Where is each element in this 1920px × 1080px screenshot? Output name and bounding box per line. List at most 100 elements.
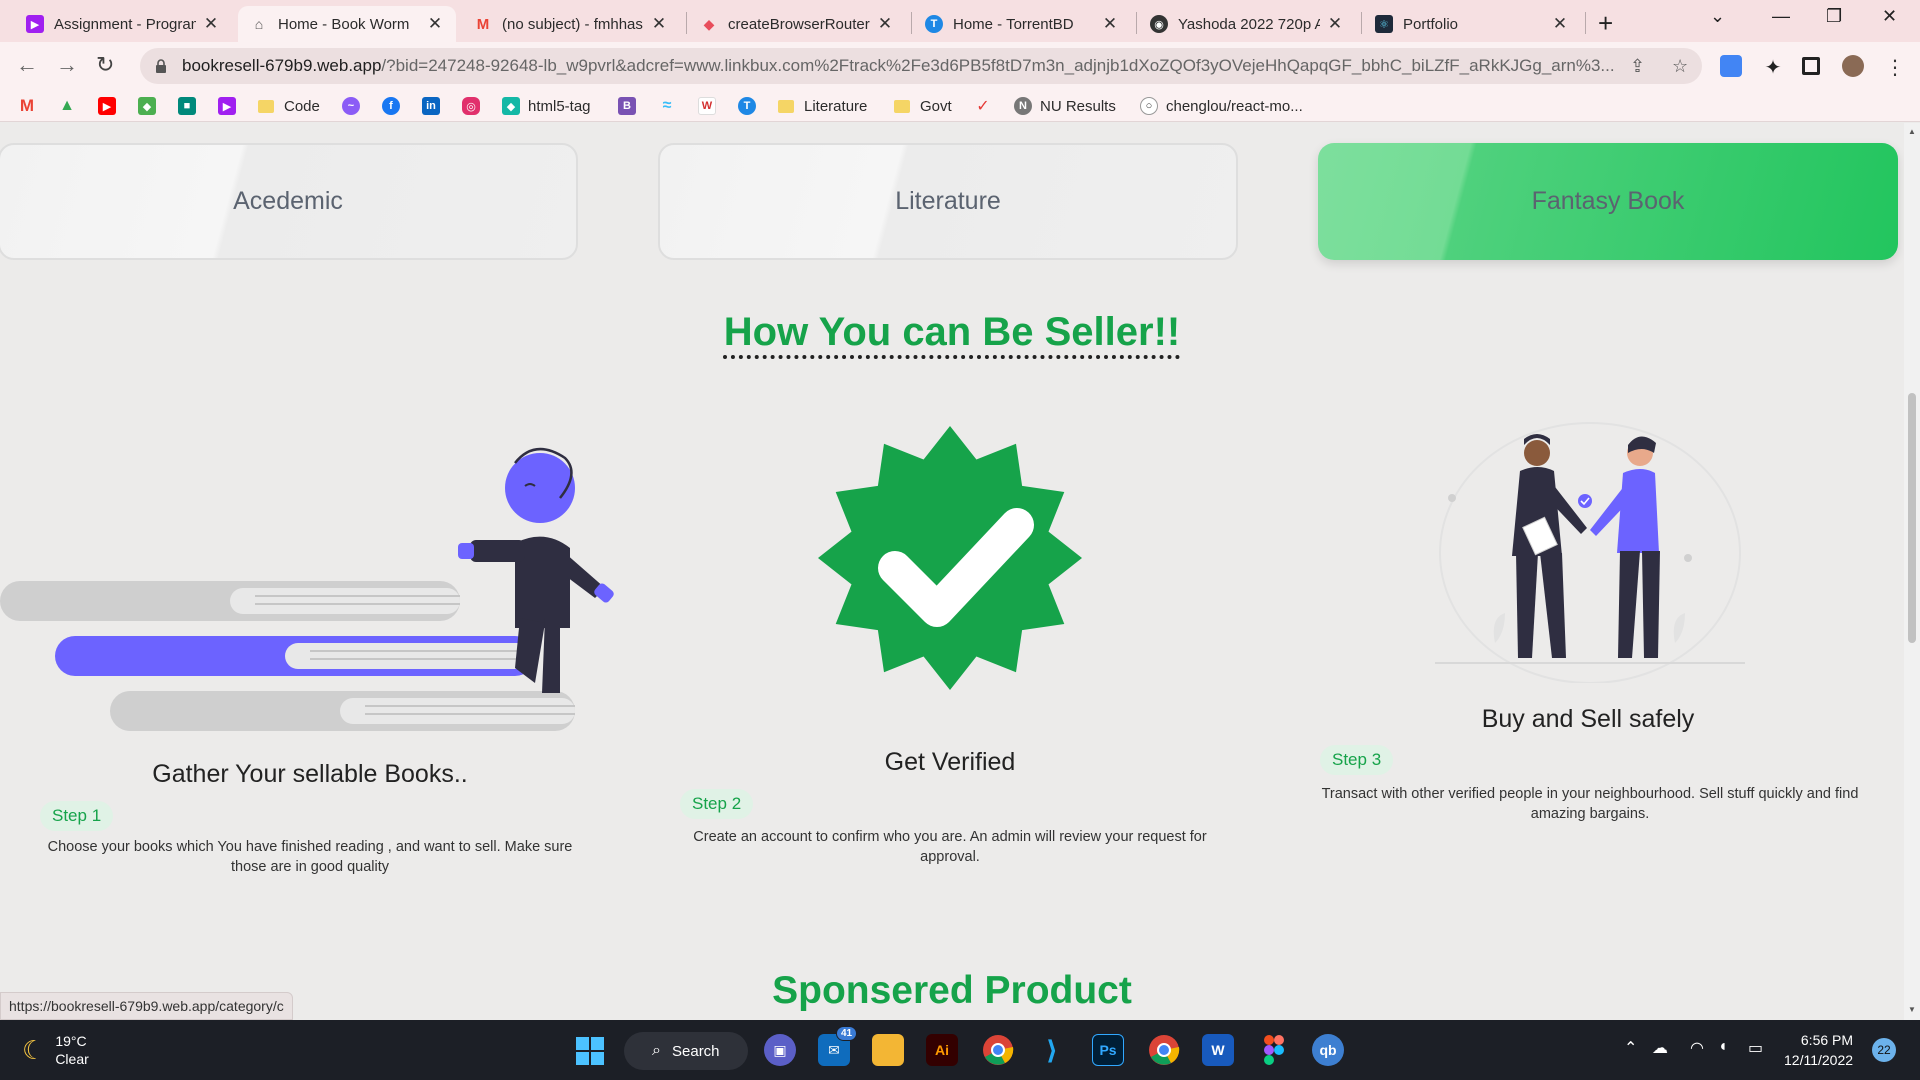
tab-gmail[interactable]: M (no subject) - fmhhas ✕ (462, 6, 680, 42)
close-icon[interactable]: ✕ (1551, 14, 1569, 34)
search-icon: ⌕ (652, 1042, 661, 1059)
figma-icon[interactable] (1258, 1034, 1290, 1066)
side-panel-icon[interactable] (1802, 57, 1820, 75)
bookmark-star-icon[interactable]: ☆ (1672, 56, 1688, 77)
folder-icon (778, 99, 794, 113)
more-menu-icon[interactable]: ⋮ (1884, 55, 1906, 79)
chrome-profile-icon[interactable] (1148, 1034, 1180, 1066)
tray-chevron-icon[interactable]: ⌃ (1624, 1038, 1637, 1058)
scroll-up-icon[interactable]: ▲ (1908, 127, 1916, 136)
word-icon[interactable]: W (1202, 1034, 1234, 1066)
restore-button[interactable]: ❐ (1826, 6, 1842, 27)
forward-button[interactable]: → (56, 52, 78, 78)
address-bar[interactable]: bookresell-679b9.web.app/?bid=247248-926… (140, 48, 1702, 84)
category-label: Literature (895, 187, 1001, 215)
close-icon[interactable]: ✕ (650, 14, 668, 34)
bookmark-literature-folder[interactable]: Literature (778, 96, 867, 116)
windows-start-icon[interactable] (574, 1035, 606, 1067)
bookmark-govt-folder[interactable]: Govt (894, 96, 952, 116)
bookmark-html5-tag[interactable]: ◆ html5-tag (502, 96, 591, 116)
step-1-badge: Step 1 (40, 801, 114, 831)
bookmark-gmail[interactable]: M (18, 96, 44, 116)
wifi-icon[interactable]: ◠ (1690, 1038, 1704, 1058)
photoshop-icon[interactable]: Ps (1092, 1034, 1124, 1066)
system-clock[interactable]: 6:56 PM 12/11/2022 (1784, 1030, 1853, 1070)
google-translate-icon[interactable] (1720, 55, 1742, 77)
handshake-illustration (1435, 422, 1745, 683)
battery-icon[interactable]: ▭ (1748, 1038, 1763, 1058)
tab-torrentbd[interactable]: T Home - TorrentBD ✕ (913, 6, 1131, 42)
vscode-icon[interactable]: ⟩ (1036, 1034, 1068, 1066)
scroll-down-icon[interactable]: ▼ (1908, 1005, 1916, 1014)
illustrator-icon[interactable]: Ai (926, 1034, 958, 1066)
weather-temp: 19°C (55, 1033, 87, 1049)
book-worm-icon: ⌂ (254, 16, 264, 32)
new-tab-button[interactable]: + (1598, 8, 1613, 39)
file-explorer-icon[interactable] (872, 1034, 904, 1066)
tab-book-worm[interactable]: ⌂ Home - Book Worm ✕ (238, 6, 456, 42)
category-card-acedemic[interactable]: Acedemic (0, 143, 578, 260)
back-button[interactable]: ← (16, 52, 38, 78)
tab-search-chevron-icon[interactable]: ⌄ (1710, 6, 1725, 27)
reload-button[interactable]: ↻ (96, 52, 114, 78)
tab-portfolio[interactable]: ⚛ Portfolio ✕ (1363, 6, 1581, 42)
close-icon[interactable]: ✕ (202, 14, 220, 34)
folder-icon (894, 99, 910, 113)
bookmark-facebook[interactable]: f (382, 96, 408, 116)
red-swoosh-icon: ✓ (976, 98, 990, 115)
category-card-literature[interactable]: Literature (658, 143, 1238, 260)
w-icon: W (698, 97, 716, 115)
notification-badge[interactable]: 22 (1872, 1038, 1896, 1062)
extensions-puzzle-icon[interactable]: ✦ (1762, 55, 1784, 79)
folder-icon (258, 99, 274, 113)
minimize-button[interactable]: — (1772, 6, 1790, 27)
tab-label: createBrowserRouter (728, 15, 870, 33)
chrome-icon[interactable] (982, 1034, 1014, 1066)
scrollbar-thumb[interactable] (1908, 393, 1916, 643)
mail-icon[interactable]: ✉ 41 (818, 1026, 858, 1066)
bookmark-nu-results[interactable]: N NU Results (1014, 96, 1116, 116)
page-scrollbar[interactable]: ▲ ▼ (1904, 123, 1920, 1020)
window-close-button[interactable]: ✕ (1882, 6, 1897, 27)
bookmark-purple-play[interactable]: ▶ (218, 96, 244, 116)
nu-icon: N (1014, 97, 1032, 115)
bookmark-torrentbd[interactable]: T (738, 96, 764, 116)
bookmark-bootstrap[interactable]: B (618, 96, 644, 116)
share-icon[interactable]: ⇪ (1630, 56, 1645, 77)
close-icon[interactable]: ✕ (1101, 14, 1119, 34)
bookmark-maps[interactable]: ◆ (138, 96, 164, 116)
teams-icon[interactable]: ▣ (764, 1034, 796, 1066)
bookmark-github[interactable]: ○ chenglou/react-mo... (1140, 96, 1303, 116)
close-icon[interactable]: ✕ (1326, 14, 1344, 34)
bookmark-instagram[interactable]: ◎ (462, 96, 488, 116)
onedrive-icon[interactable]: ☁ (1652, 1038, 1668, 1058)
close-icon[interactable]: ✕ (876, 14, 894, 34)
status-bar-url: https://bookresell-679b9.web.app/categor… (0, 992, 293, 1020)
bookmark-code-folder[interactable]: Code (258, 96, 320, 116)
bookmark-tailwind[interactable]: ≈ (658, 96, 684, 116)
gmail-icon: M (476, 15, 490, 33)
bookmark-red-swoosh[interactable]: ✓ (974, 96, 1000, 116)
bookmark-linkedin[interactable]: in (422, 96, 448, 116)
bookmark-meet[interactable]: ■ (178, 96, 204, 116)
step-1-description: Choose your books which You have finishe… (47, 839, 573, 875)
avatar[interactable] (1842, 55, 1864, 77)
react-router-icon: ◆ (703, 15, 715, 32)
tab-assignment[interactable]: ▶ Assignment - Program ✕ (14, 6, 232, 42)
tab-yashoda[interactable]: ◉ Yashoda 2022 720p A ✕ (1138, 6, 1356, 42)
close-icon[interactable]: ✕ (426, 14, 444, 34)
taskbar-search[interactable]: ⌕ Search (624, 1032, 748, 1070)
lock-icon (156, 59, 166, 73)
weather-widget[interactable]: ☾ 19°C Clear (22, 1032, 89, 1068)
category-card-fantasy-book[interactable]: Fantasy Book (1318, 143, 1898, 260)
tab-label: (no subject) - fmhhas (502, 15, 643, 33)
bookmark-drive[interactable]: ▲ (58, 96, 84, 116)
tab-create-browser-router[interactable]: ◆ createBrowserRouter ✕ (688, 6, 906, 42)
moon-icon: ☾ (22, 1034, 46, 1065)
step-1-heading: Gather Your sellable Books.. (152, 760, 468, 788)
bookmark-w[interactable]: W (698, 96, 724, 116)
qbittorrent-icon[interactable]: qb (1312, 1034, 1344, 1066)
volume-icon[interactable]: ◖ (1718, 1038, 1728, 1056)
bookmark-messenger[interactable]: ~ (342, 96, 368, 116)
bookmark-youtube[interactable]: ▶ (98, 96, 124, 116)
